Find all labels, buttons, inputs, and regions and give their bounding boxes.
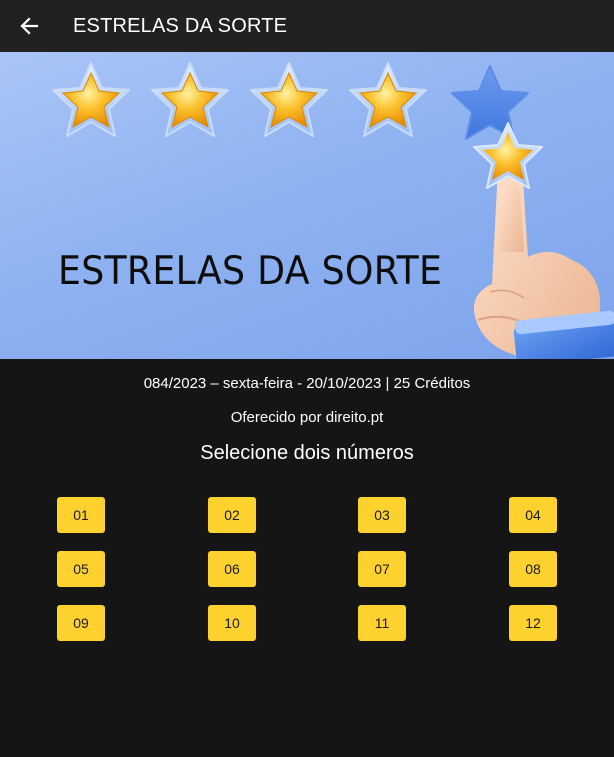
page-title: ESTRELAS DA SORTE	[73, 14, 288, 37]
number-button[interactable]: 08	[509, 551, 557, 587]
app-window: ESTRELAS DA SORTE ESTRELAS DA SORTE 084/…	[0, 0, 614, 757]
number-button[interactable]: 03	[358, 497, 406, 533]
empty-star-icon	[451, 65, 529, 140]
back-button[interactable]	[18, 15, 40, 37]
draw-info: 084/2023 – sexta-feira - 20/10/2023 | 25…	[0, 375, 614, 465]
star-icon	[250, 62, 328, 137]
number-button[interactable]: 09	[57, 605, 105, 641]
draw-meta: 084/2023 – sexta-feira - 20/10/2023 | 25…	[143, 375, 471, 392]
number-button[interactable]: 01	[57, 497, 105, 533]
number-button[interactable]: 11	[358, 605, 406, 641]
banner-title: ESTRELAS DA SORTE	[58, 249, 443, 294]
number-button[interactable]: 07	[358, 551, 406, 587]
number-button[interactable]: 10	[208, 605, 256, 641]
pointing-hand-icon	[473, 154, 614, 359]
number-button[interactable]: 12	[509, 605, 557, 641]
star-icon	[151, 62, 229, 137]
number-button[interactable]: 04	[509, 497, 557, 533]
banner-image: ESTRELAS DA SORTE	[0, 52, 614, 359]
arrow-left-icon	[20, 17, 39, 35]
star-icon	[52, 62, 130, 137]
offered-by: Oferecido por direito.pt	[230, 409, 384, 426]
number-button[interactable]: 06	[208, 551, 256, 587]
selection-prompt: Selecione dois números	[200, 442, 414, 464]
banner-illustration	[52, 62, 614, 359]
number-button[interactable]: 02	[208, 497, 256, 533]
top-app-bar: ESTRELAS DA SORTE	[0, 0, 614, 52]
star-icon	[349, 62, 427, 137]
number-button[interactable]: 05	[57, 551, 105, 587]
